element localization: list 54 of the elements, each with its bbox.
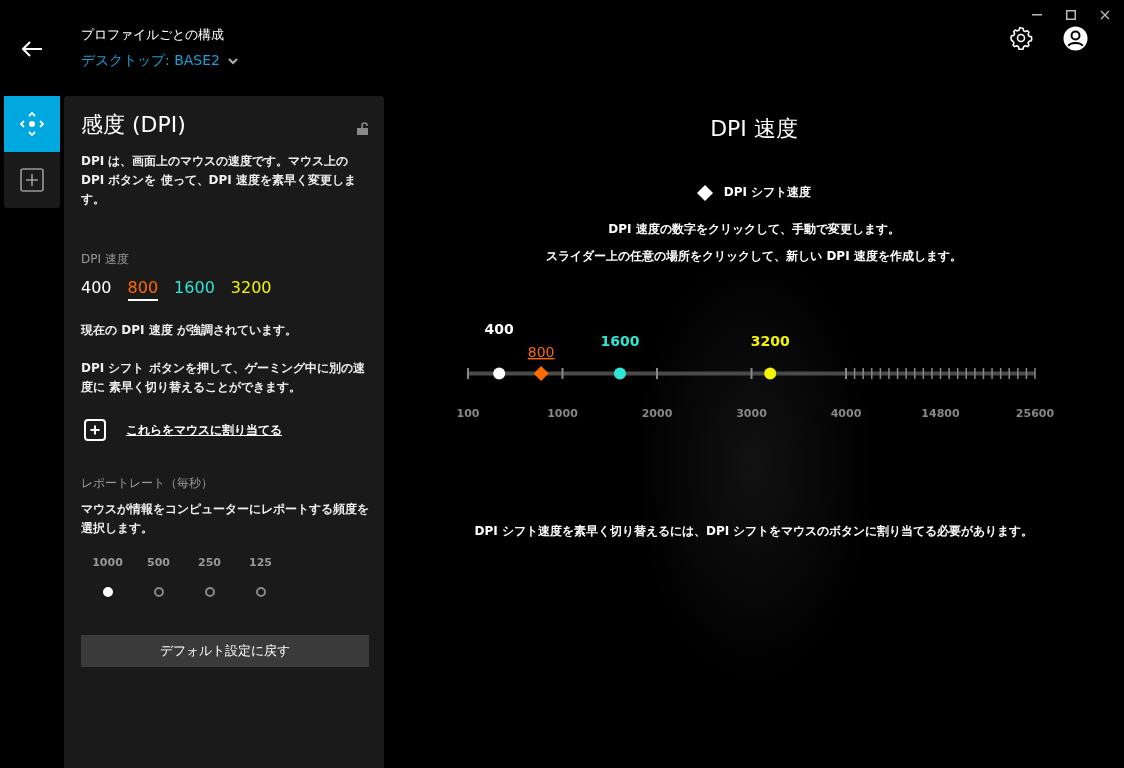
dpi-value[interactable]: 800 xyxy=(127,278,159,301)
dpi-value[interactable]: 1600 xyxy=(599,333,639,349)
dpi-value[interactable]: 3200 xyxy=(750,333,790,349)
add-icon[interactable] xyxy=(84,419,106,441)
diamond-icon xyxy=(696,184,713,201)
dpi-value[interactable]: 800 xyxy=(527,344,554,360)
axis-label: 3000 xyxy=(735,407,767,420)
radio-button[interactable] xyxy=(153,587,164,597)
page-title: プロファイルごとの構成 xyxy=(81,26,225,44)
dpi-value[interactable]: 400 xyxy=(81,278,112,301)
dpi-value[interactable]: 1600 xyxy=(174,278,215,301)
account-icon[interactable] xyxy=(1063,25,1088,51)
minimize-icon[interactable] xyxy=(1032,14,1042,16)
slider-handle[interactable] xyxy=(492,367,505,380)
panel-title: 感度 (DPI) xyxy=(81,111,186,139)
profile-dropdown[interactable]: デスクトップ: BASE2 xyxy=(81,52,238,70)
footer-note: DPI シフト速度を素早く切り替えるには、DPI シフトをマウスのボタンに割り当てる必要があります。 xyxy=(474,523,1034,540)
maximize-icon[interactable] xyxy=(1066,10,1076,20)
rate-label: 500 xyxy=(147,556,170,569)
rate-label: 1000 xyxy=(92,556,123,569)
assign-link[interactable]: これらをマウスに割り当てる xyxy=(126,421,282,439)
axis-label: 25600 xyxy=(1015,407,1054,420)
axis-label: 100 xyxy=(456,407,479,420)
axis-label: 4000 xyxy=(830,407,861,420)
shift-handle[interactable] xyxy=(533,366,549,381)
instruction-text: スライダー上の任意の場所をクリックして、新しい DPI 速度を作成します。 xyxy=(546,248,962,265)
note-text: 現在の DPI 速度 が強調されています。 xyxy=(81,322,298,339)
settings-icon[interactable] xyxy=(1009,26,1033,50)
slider-handle[interactable] xyxy=(763,367,776,380)
description-text: DPI は、画面上のマウスの速度です。マウス上の DPI ボタンを 使って、DPI 速度を素早く変更します。 xyxy=(81,153,357,208)
move-icon xyxy=(19,111,45,137)
rate-label: 125 xyxy=(249,556,272,569)
close-icon[interactable] xyxy=(1100,10,1110,20)
section-label: DPI 速度 xyxy=(81,251,130,268)
reset-button[interactable]: デフォルト設定に戻す xyxy=(81,635,369,667)
add-icon xyxy=(20,168,44,192)
radio-button[interactable] xyxy=(204,587,215,597)
main-title: DPI 速度 xyxy=(710,115,798,143)
description-text: マウスが情報をコンピューターにレポートする頻度を選択します。 xyxy=(81,501,369,537)
slider-handle[interactable] xyxy=(613,367,626,380)
chevron-down-icon xyxy=(228,57,238,65)
back-arrow-icon[interactable] xyxy=(21,41,43,57)
dpi-value[interactable]: 3200 xyxy=(230,278,272,301)
axis-label: 2000 xyxy=(641,407,672,420)
instruction-text: DPI 速度の数字をクリックして、手動で変更します。 xyxy=(608,221,900,238)
axis-label: 1000 xyxy=(546,407,578,420)
section-label: レポートレート（毎秒） xyxy=(81,475,214,492)
note-text: DPI シフト ボタンを押して、ゲーミング中に別の速度に 素早く切り替えることができます。 xyxy=(81,360,366,396)
radio-button[interactable] xyxy=(255,587,266,597)
unlocked-lock-icon[interactable] xyxy=(357,122,369,135)
dpi-value[interactable]: 400 xyxy=(484,321,514,337)
rate-label: 250 xyxy=(198,556,221,569)
legend-label: DPI シフト速度 xyxy=(723,184,812,201)
axis-label: 14800 xyxy=(920,407,960,420)
